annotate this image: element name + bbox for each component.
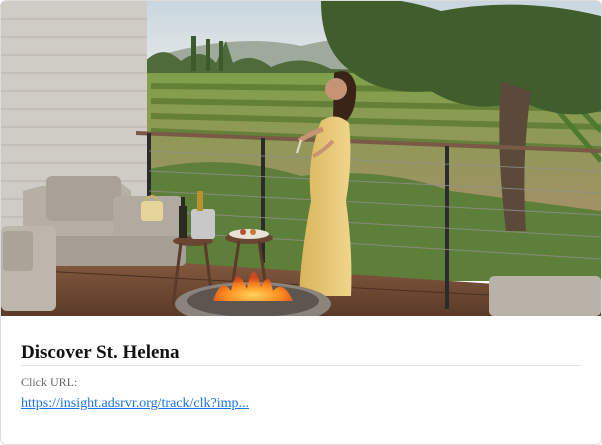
ad-hero-image bbox=[1, 1, 601, 316]
ad-preview-card: Discover St. Helena Click URL: https://i… bbox=[0, 0, 602, 445]
ad-details: Discover St. Helena Click URL: https://i… bbox=[21, 316, 581, 444]
click-url-link[interactable]: https://insight.adsrvr.org/track/clk?imp… bbox=[21, 396, 249, 412]
click-url-label: Click URL: bbox=[21, 375, 78, 389]
divider bbox=[21, 365, 581, 366]
ad-title: Discover St. Helena bbox=[21, 342, 180, 363]
